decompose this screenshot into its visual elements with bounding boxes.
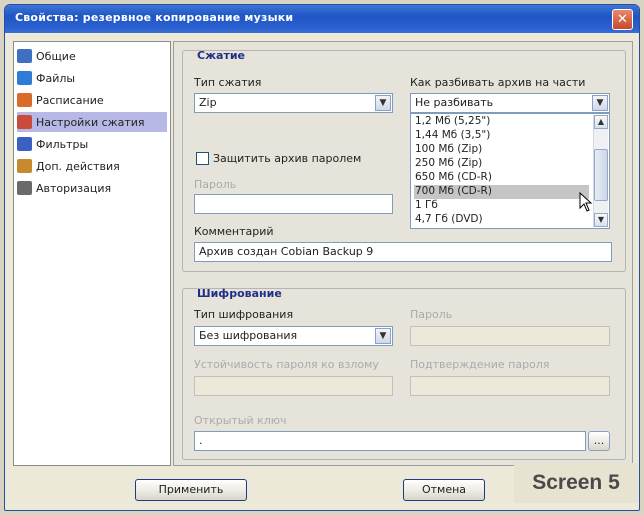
archive-password-label: Пароль <box>194 178 237 191</box>
sidebar-item-general[interactable]: Общие <box>17 46 167 66</box>
confirm-password-field[interactable] <box>410 376 610 396</box>
apply-button[interactable]: Применить <box>135 479 247 501</box>
archive-password-field[interactable] <box>194 194 393 214</box>
properties-dialog: Свойства: резервное копирование музыки ✕… <box>4 4 640 511</box>
auth-icon <box>17 181 32 195</box>
sidebar-item-compression[interactable]: Настройки сжатия <box>17 112 167 132</box>
split-select[interactable]: Не разбивать ▼ <box>410 93 610 113</box>
scroll-down-icon[interactable]: ▼ <box>594 213 608 227</box>
browse-key-button[interactable]: ... <box>588 431 610 451</box>
protect-archive-checkbox[interactable] <box>196 152 209 165</box>
split-label: Как разбивать архив на части <box>410 76 586 89</box>
sidebar-item-actions[interactable]: Доп. действия <box>17 156 167 176</box>
public-key-label: Открытый ключ <box>194 414 287 427</box>
encryption-password-field[interactable] <box>410 326 610 346</box>
general-icon <box>17 49 32 63</box>
encryption-type-select[interactable]: Без шифрования ▼ <box>194 326 393 346</box>
list-item[interactable]: 100 Мб (Zip) <box>414 143 589 157</box>
split-value: Не разбивать <box>415 96 494 109</box>
chevron-down-icon[interactable]: ▼ <box>375 95 391 111</box>
sidebar-item-label: Настройки сжатия <box>36 115 145 129</box>
settings-panel: Сжатие Тип сжатия Zip ▼ Как разбивать ар… <box>173 41 633 466</box>
sidebar-item-files[interactable]: Файлы <box>17 68 167 88</box>
compression-group-title: Сжатие <box>197 49 245 62</box>
list-item[interactable]: 250 Мб (Zip) <box>414 157 589 171</box>
chevron-down-icon[interactable]: ▼ <box>375 328 391 344</box>
encryption-group-title: Шифрование <box>197 287 282 300</box>
compression-type-label: Тип сжатия <box>194 76 262 89</box>
sidebar-item-schedule[interactable]: Расписание <box>17 90 167 110</box>
schedule-icon <box>17 93 32 107</box>
public-key-field[interactable]: . <box>194 431 586 451</box>
screen-caption: Screen 5 <box>514 463 638 503</box>
list-item[interactable]: 650 Мб (CD-R) <box>414 171 589 185</box>
encryption-password-label: Пароль <box>410 308 453 321</box>
compression-type-select[interactable]: Zip ▼ <box>194 93 393 113</box>
files-icon <box>17 71 32 85</box>
sidebar-item-label: Общие <box>36 49 76 63</box>
compression-type-value: Zip <box>199 96 217 109</box>
list-item[interactable]: 4,7 Гб (DVD) <box>414 213 589 227</box>
actions-icon <box>17 159 32 173</box>
sidebar-item-label: Фильтры <box>36 137 89 151</box>
chevron-down-icon[interactable]: ▼ <box>592 95 608 111</box>
sidebar: Общие Файлы Расписание Настройки сжатия … <box>13 41 171 466</box>
window-title: Свойства: резервное копирование музыки <box>15 11 294 24</box>
comment-field[interactable]: Архив создан Cobian Backup 9 <box>194 242 612 262</box>
filters-icon <box>17 137 32 151</box>
list-item[interactable]: 1,2 Мб (5,25") <box>414 115 589 129</box>
password-strength-meter <box>194 376 393 396</box>
list-item-highlighted[interactable]: 700 Мб (CD-R) <box>414 185 589 199</box>
password-strength-label: Устойчивость пароля ко взлому <box>194 358 379 371</box>
confirm-password-label: Подтверждение пароля <box>410 358 550 371</box>
protect-archive-label: Защитить архив паролем <box>213 152 362 165</box>
sidebar-item-auth[interactable]: Авторизация <box>17 178 167 198</box>
encryption-type-label: Тип шифрования <box>194 308 294 321</box>
compression-icon <box>17 115 32 129</box>
sidebar-item-label: Авторизация <box>36 181 112 195</box>
list-item[interactable]: 1,44 Мб (3,5") <box>414 129 589 143</box>
sidebar-item-label: Расписание <box>36 93 104 107</box>
encryption-type-value: Без шифрования <box>199 329 298 342</box>
list-item[interactable]: 1 Гб <box>414 199 589 213</box>
scroll-thumb[interactable] <box>594 149 608 201</box>
dropdown-scrollbar[interactable]: ▲ ▼ <box>593 115 608 227</box>
cancel-button[interactable]: Отмена <box>403 479 485 501</box>
sidebar-item-label: Доп. действия <box>36 159 120 173</box>
sidebar-item-filters[interactable]: Фильтры <box>17 134 167 154</box>
close-button[interactable]: ✕ <box>612 9 633 30</box>
comment-label: Комментарий <box>194 225 274 238</box>
scroll-up-icon[interactable]: ▲ <box>594 115 608 129</box>
title-bar[interactable]: Свойства: резервное копирование музыки ✕ <box>5 5 639 33</box>
sidebar-item-label: Файлы <box>36 71 76 85</box>
mouse-cursor-icon <box>579 192 593 212</box>
